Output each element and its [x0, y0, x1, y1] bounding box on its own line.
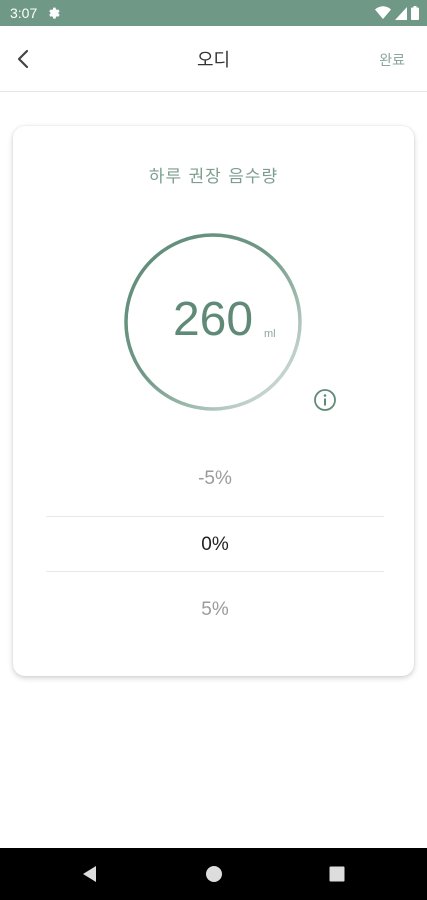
- picker-option-plus5[interactable]: 5%: [46, 599, 384, 621]
- home-circle-icon: [206, 866, 222, 882]
- water-intake-card: 하루 권장 음수량 260 ml -5% 0% 5%: [13, 126, 414, 676]
- nav-recents-button[interactable]: [325, 862, 349, 886]
- settings-gear-icon: [49, 7, 60, 19]
- signal-icon: [395, 6, 407, 20]
- nav-back-button[interactable]: [78, 862, 102, 886]
- status-icons: [375, 6, 419, 20]
- app-bar: 오디 완료: [0, 26, 427, 92]
- info-icon[interactable]: [313, 388, 337, 412]
- recents-square-icon: [329, 866, 345, 882]
- card-title: 하루 권장 음수량: [148, 167, 279, 187]
- battery-icon: [411, 6, 419, 20]
- system-nav-bar: [0, 848, 427, 900]
- picker-divider-bottom: [46, 571, 384, 572]
- intake-unit: ml: [264, 328, 276, 340]
- intake-value: 260: [172, 293, 254, 346]
- status-bar: 3:07: [0, 0, 427, 26]
- picker-option-selected[interactable]: 0%: [46, 534, 384, 556]
- nav-home-button[interactable]: [202, 862, 226, 886]
- picker-divider-top: [46, 516, 384, 517]
- status-time: 3:07: [10, 5, 38, 21]
- page-title: 오디: [196, 50, 231, 71]
- picker-option-minus5[interactable]: -5%: [46, 468, 384, 490]
- wifi-icon: [375, 6, 391, 19]
- done-button[interactable]: 완료: [379, 50, 405, 70]
- back-triangle-icon: [83, 866, 96, 882]
